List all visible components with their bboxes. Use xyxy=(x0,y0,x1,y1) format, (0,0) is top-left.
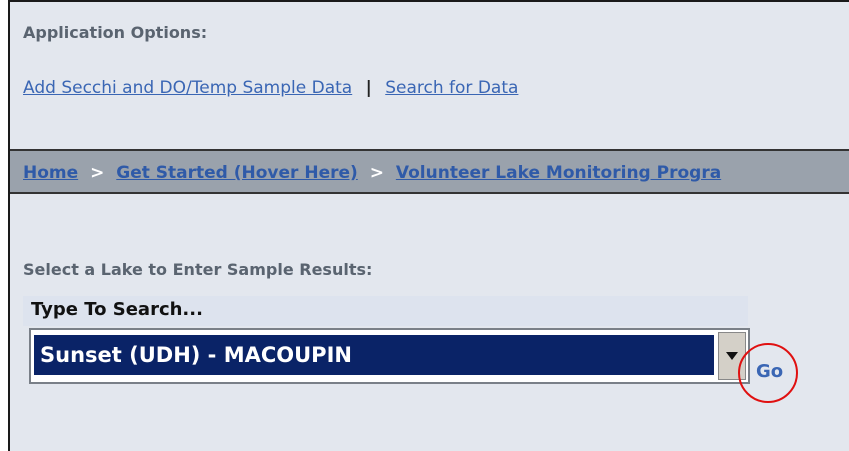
search-for-data-link[interactable]: Search for Data xyxy=(385,78,518,98)
type-to-search-label: Type To Search... xyxy=(23,296,748,326)
breadcrumb-volunteer-program[interactable]: Volunteer Lake Monitoring Progra xyxy=(396,163,721,183)
lake-select-value[interactable]: Sunset (UDH) - MACOUPIN xyxy=(34,335,714,375)
lake-select-combobox[interactable]: Sunset (UDH) - MACOUPIN xyxy=(29,328,750,384)
add-sample-data-link[interactable]: Add Secchi and DO/Temp Sample Data xyxy=(23,78,352,98)
breadcrumb: Home > Get Started (Hover Here) > Volunt… xyxy=(23,163,721,183)
app-options-panel: Application Options: Add Secchi and DO/T… xyxy=(8,0,849,451)
go-highlight-circle: Go xyxy=(738,343,798,403)
go-button[interactable]: Go xyxy=(756,361,783,382)
breadcrumb-get-started[interactable]: Get Started (Hover Here) xyxy=(116,163,358,183)
breadcrumb-separator: > xyxy=(369,163,384,183)
options-links: Add Secchi and DO/Temp Sample Data | Sea… xyxy=(23,78,518,98)
options-title: Application Options: xyxy=(23,23,208,42)
select-lake-label: Select a Lake to Enter Sample Results: xyxy=(23,260,373,279)
link-separator: | xyxy=(365,78,372,98)
breadcrumb-home[interactable]: Home xyxy=(23,163,78,183)
chevron-down-icon xyxy=(726,352,738,360)
breadcrumb-bar: Home > Get Started (Hover Here) > Volunt… xyxy=(10,149,849,194)
breadcrumb-separator: > xyxy=(90,163,105,183)
